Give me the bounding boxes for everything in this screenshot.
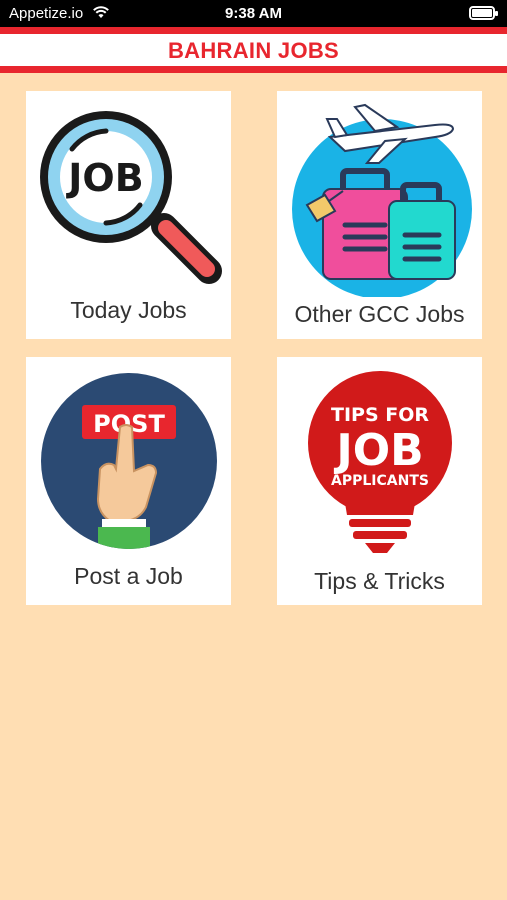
tile-label: Today Jobs: [70, 297, 187, 323]
page-title: BAHRAIN JOBS: [167, 38, 340, 63]
airplane-luggage-icon: [292, 103, 472, 297]
tile-label: Other GCC Jobs: [294, 301, 465, 327]
tips-text-1: TIPS FOR: [331, 404, 429, 426]
tile-other-gcc-jobs[interactable]: Other GCC Jobs: [277, 91, 482, 339]
tips-text-3: APPLICANTS: [331, 473, 429, 489]
app-header: BAHRAIN JOBS: [0, 27, 507, 73]
tile-label: Post a Job: [74, 563, 183, 589]
status-bar: Appetize.io 9:38 AM: [0, 0, 507, 27]
tile-tips-and-tricks[interactable]: TIPS FOR JOB APPLICANTS Tips & Tricks: [277, 357, 482, 605]
magnifier-job-icon: JOB: [40, 111, 222, 284]
tips-text-2: JOB: [333, 425, 423, 476]
clock: 9:38 AM: [225, 5, 282, 22]
tile-label: Tips & Tricks: [314, 568, 445, 594]
tips-bulb-icon: TIPS FOR JOB APPLICANTS: [308, 371, 452, 553]
battery-icon: [469, 6, 498, 20]
tile-today-jobs[interactable]: JOB Today Jobs: [26, 91, 231, 339]
post-hand-icon: POST: [41, 373, 217, 549]
tile-post-a-job[interactable]: POST Post a Job: [26, 357, 231, 605]
magnifier-job-text: JOB: [65, 156, 143, 200]
